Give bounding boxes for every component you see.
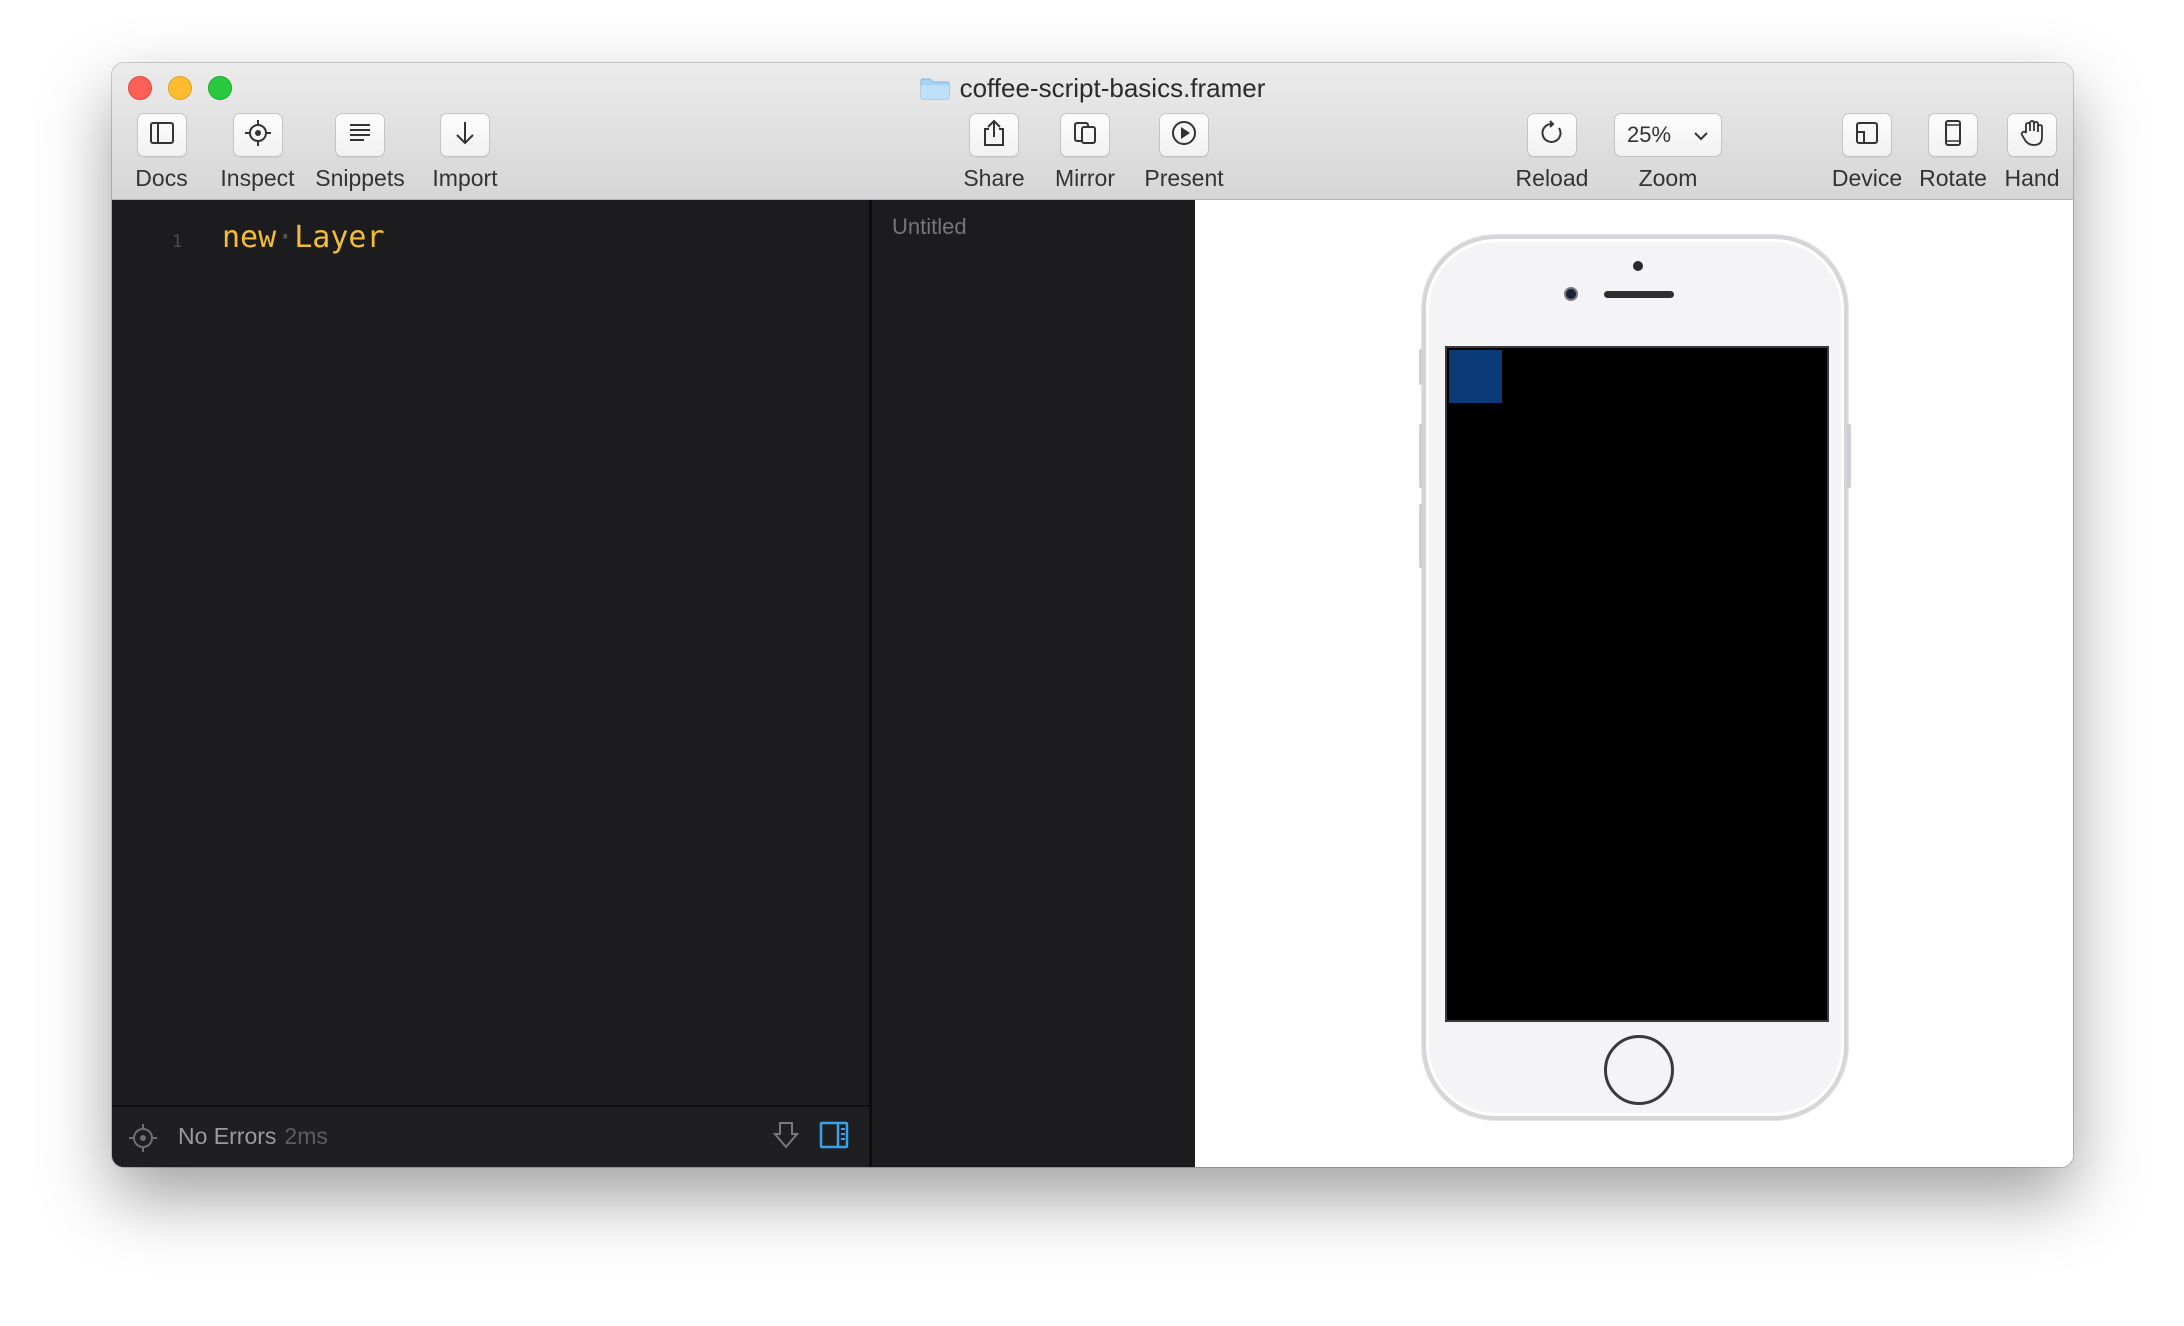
panel-toggle-icon[interactable] xyxy=(819,1121,849,1154)
inspect-button-face[interactable] xyxy=(232,113,283,157)
titlebar: coffee-script-basics.framer Docs Inspect xyxy=(112,63,2073,200)
reload-button[interactable]: Reload xyxy=(1512,113,1592,192)
mirror-icon xyxy=(1072,120,1098,151)
proximity-sensor xyxy=(1633,261,1643,271)
status-bar: No Errors 2ms xyxy=(112,1105,869,1167)
device-icon xyxy=(1854,120,1880,151)
power-button xyxy=(1847,424,1851,488)
arrow-down-icon xyxy=(454,120,476,151)
play-icon xyxy=(1170,119,1198,152)
iphone-frame xyxy=(1419,235,1851,1120)
whitespace-marker: · xyxy=(276,220,295,255)
home-button[interactable] xyxy=(1604,1035,1674,1105)
sidebar-icon xyxy=(149,121,175,150)
code-line[interactable]: new·Layer xyxy=(222,220,385,255)
layers-panel-title: Untitled xyxy=(892,214,967,239)
zoom-value: 25% xyxy=(1627,122,1672,147)
present-label: Present xyxy=(1144,165,1224,191)
present-button[interactable]: Present xyxy=(1134,113,1234,192)
status-text: No Errors xyxy=(178,1123,277,1149)
mirror-button[interactable]: Mirror xyxy=(1044,113,1126,192)
share-button[interactable]: Share xyxy=(954,113,1034,192)
crosshair-status-icon[interactable] xyxy=(128,1123,158,1158)
device-label: Device xyxy=(1831,165,1903,191)
hand-button-face[interactable] xyxy=(2007,113,2057,157)
layer-preview[interactable] xyxy=(1449,350,1502,403)
status-message: No Errors 2ms xyxy=(178,1123,328,1150)
zoom-select[interactable]: 25% xyxy=(1614,113,1722,157)
lines-icon xyxy=(348,122,372,149)
share-icon xyxy=(982,119,1006,152)
share-label: Share xyxy=(963,165,1025,191)
status-time: 2ms xyxy=(284,1123,328,1149)
layers-panel[interactable]: Untitled xyxy=(872,200,1195,1167)
earpiece-speaker xyxy=(1604,291,1674,298)
console-toggle-icon[interactable] xyxy=(772,1120,800,1155)
rotate-label: Rotate xyxy=(1919,165,1987,191)
inspect-button[interactable]: Inspect xyxy=(215,113,300,192)
window-title-text: coffee-script-basics.framer xyxy=(959,73,1266,103)
rotate-icon xyxy=(1943,119,1963,152)
volume-down-button xyxy=(1419,504,1423,568)
app-window: coffee-script-basics.framer Docs Inspect xyxy=(112,63,2073,1167)
import-button[interactable]: Import xyxy=(420,113,510,192)
rotate-button[interactable]: Rotate xyxy=(1912,113,1994,192)
docs-label: Docs xyxy=(135,165,188,191)
code-keyword: new xyxy=(222,220,277,255)
code-editor[interactable]: 1 new·Layer No Errors 2ms xyxy=(112,200,869,1167)
share-button-face[interactable] xyxy=(969,113,1019,157)
folder-icon xyxy=(920,74,950,100)
snippets-button-face[interactable] xyxy=(335,113,385,157)
present-button-face[interactable] xyxy=(1159,113,1209,157)
code-identifier: Layer xyxy=(294,220,385,255)
zoom-control[interactable]: 25% Zoom xyxy=(1608,113,1728,192)
device-preview[interactable] xyxy=(1195,200,2073,1167)
mirror-label: Mirror xyxy=(1054,165,1116,191)
device-screen[interactable] xyxy=(1445,346,1829,1022)
docs-button-face[interactable] xyxy=(136,113,187,157)
hand-icon xyxy=(2019,119,2045,152)
volume-up-button xyxy=(1419,424,1423,488)
front-camera xyxy=(1564,287,1578,301)
device-button-face[interactable] xyxy=(1842,113,1892,157)
crosshair-icon xyxy=(244,119,272,152)
device-button[interactable]: Device xyxy=(1822,113,1912,192)
inspect-label: Inspect xyxy=(220,165,295,191)
chevron-down-icon xyxy=(1693,122,1709,148)
reload-icon xyxy=(1539,119,1565,151)
mirror-button-face[interactable] xyxy=(1060,113,1110,157)
import-button-face[interactable] xyxy=(440,113,490,157)
hand-button[interactable]: Hand xyxy=(1997,113,2067,192)
snippets-button[interactable]: Snippets xyxy=(310,113,410,192)
reload-button-face[interactable] xyxy=(1527,113,1577,157)
mute-switch xyxy=(1419,349,1423,385)
import-label: Import xyxy=(432,165,498,191)
reload-label: Reload xyxy=(1515,165,1589,191)
zoom-label: Zoom xyxy=(1638,165,1698,191)
docs-button[interactable]: Docs xyxy=(124,113,199,192)
hand-label: Hand xyxy=(2004,165,2060,191)
rotate-button-face[interactable] xyxy=(1928,113,1978,157)
line-number: 1 xyxy=(172,232,183,252)
snippets-label: Snippets xyxy=(315,165,405,191)
window-title: coffee-script-basics.framer xyxy=(112,71,2073,105)
